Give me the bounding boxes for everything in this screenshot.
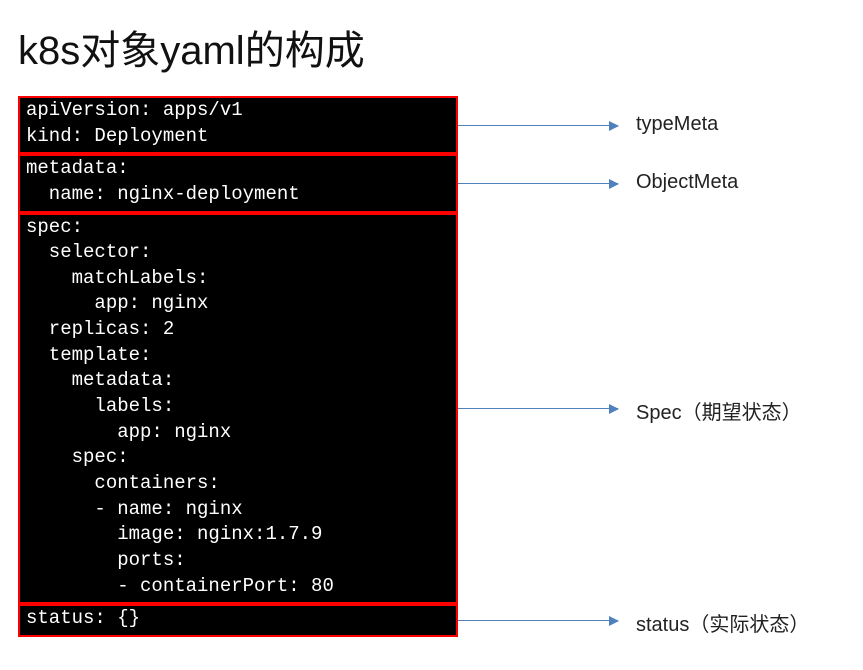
label-spec: Spec（期望状态） <box>636 396 802 425</box>
yaml-block-status: status: {} <box>18 604 458 637</box>
label-status: status（实际状态） <box>636 608 809 637</box>
yaml-text: metadata: name: nginx-deployment <box>26 156 300 207</box>
yaml-block-typemeta: apiVersion: apps/v1 kind: Deployment <box>18 96 458 154</box>
yaml-text: apiVersion: apps/v1 kind: Deployment <box>26 98 243 149</box>
yaml-text: spec: selector: matchLabels: app: nginx … <box>26 215 334 600</box>
code-column: apiVersion: apps/v1 kind: Deployment met… <box>18 96 458 637</box>
arrow-spec <box>458 408 618 409</box>
label-column: typeMeta ObjectMeta Spec（期望状态） status（实际… <box>628 96 858 637</box>
page-title: k8s对象yaml的构成 <box>18 18 845 76</box>
arrow-column <box>458 96 628 637</box>
arrow-objectmeta <box>458 183 618 184</box>
arrow-status <box>458 620 618 621</box>
diagram-layout: apiVersion: apps/v1 kind: Deployment met… <box>18 96 845 637</box>
yaml-block-objectmeta: metadata: name: nginx-deployment <box>18 154 458 212</box>
arrow-typemeta <box>458 125 618 126</box>
label-typemeta: typeMeta <box>636 113 718 136</box>
yaml-text: status: {} <box>26 606 140 632</box>
yaml-block-spec: spec: selector: matchLabels: app: nginx … <box>18 213 458 605</box>
label-objectmeta: ObjectMeta <box>636 171 738 194</box>
